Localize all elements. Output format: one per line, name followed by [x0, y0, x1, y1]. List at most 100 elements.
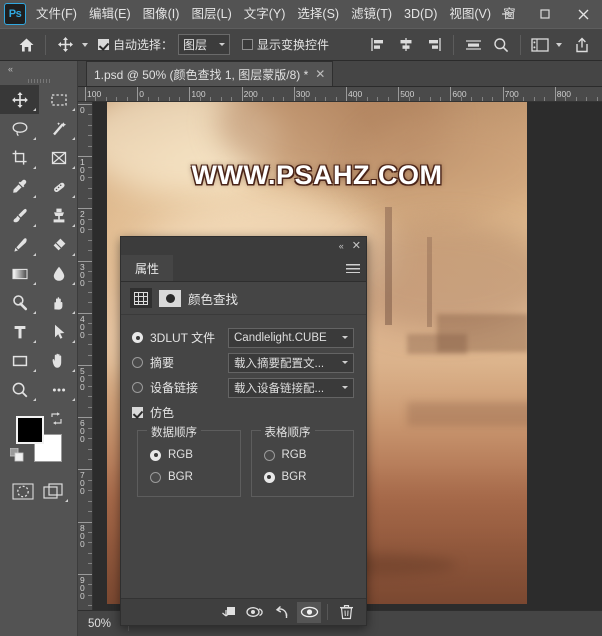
dither-checkbox[interactable] — [132, 406, 143, 418]
radio-3dlut-file[interactable] — [132, 332, 143, 343]
radio-table-order-rgb[interactable] — [263, 449, 275, 461]
history-brush-tool[interactable] — [0, 230, 39, 259]
marquee-tool[interactable] — [39, 85, 78, 114]
properties-panel[interactable]: « ✕ 属性 颜色查找 3DLUT 文件 Candlelight.CUBE 摘要 载入… — [120, 236, 367, 626]
radio-data-order-bgr[interactable] — [150, 471, 161, 483]
clone-stamp-tool[interactable] — [39, 201, 78, 230]
crop-tool[interactable] — [0, 143, 39, 172]
menu-layer[interactable]: 图层(L) — [185, 5, 237, 24]
toolbar-collapse-button[interactable]: « — [0, 61, 77, 76]
option-data-order-rgb[interactable]: RGB — [138, 444, 240, 466]
move-tool-icon[interactable] — [51, 32, 79, 58]
brush-icon — [11, 207, 29, 225]
align-right-icon[interactable] — [420, 32, 448, 58]
document-tab-title: 1.psd @ 50% (颜色查找 1, 图层蒙版/8) * — [94, 67, 309, 82]
frame-tool[interactable] — [39, 143, 78, 172]
zoom-magnifier-icon — [11, 381, 29, 399]
healing-brush-tool[interactable] — [39, 172, 78, 201]
dropdown-device-link[interactable]: 载入设备链接配... — [228, 377, 354, 398]
distribute-icon[interactable] — [459, 32, 487, 58]
path-selection-tool[interactable] — [39, 317, 78, 346]
magic-wand-tool[interactable] — [39, 114, 78, 143]
blur-tool[interactable] — [39, 259, 78, 288]
menu-3d[interactable]: 3D(D) — [398, 5, 443, 24]
quick-mask-icon[interactable] — [10, 480, 36, 502]
burn-tool[interactable] — [39, 288, 78, 317]
brush-tool[interactable] — [0, 201, 39, 230]
toggle-visibility-button[interactable] — [297, 601, 321, 623]
option-table-order-rgb[interactable]: RGB — [252, 444, 354, 466]
ruler-label: 3 0 0 — [80, 261, 85, 288]
label-data-order-rgb: RGB — [168, 449, 193, 461]
eyedropper-icon — [11, 178, 29, 196]
radio-device-link[interactable] — [132, 382, 143, 393]
auto-select-target-dropdown[interactable]: 图层 — [178, 34, 231, 55]
delete-button[interactable] — [334, 602, 358, 623]
panel-collapse-button[interactable]: « — [339, 241, 344, 251]
layer-mask-thumbnail-icon[interactable] — [159, 289, 181, 307]
align-center-vertical-icon[interactable] — [392, 32, 420, 58]
reset-button[interactable] — [270, 602, 294, 623]
menu-type[interactable]: 文字(Y) — [238, 5, 292, 24]
eraser-tool[interactable] — [39, 230, 78, 259]
radio-table-order-bgr[interactable] — [263, 471, 275, 483]
dropdown-abstract[interactable]: 载入摘要配置文... — [228, 352, 354, 373]
history-brush-icon — [11, 236, 29, 254]
horizontal-ruler[interactable]: 100 0 100 200 300 400 500 600 700 800 — [78, 87, 602, 102]
close-icon[interactable]: ✕ — [315, 67, 325, 81]
view-previous-state-button[interactable] — [243, 602, 267, 623]
radio-data-order-rgb[interactable] — [150, 449, 161, 461]
move-tool[interactable] — [0, 85, 39, 114]
close-button[interactable] — [564, 0, 602, 28]
menu-image[interactable]: 图像(I) — [137, 5, 186, 24]
dither-row[interactable]: 仿色 — [121, 400, 366, 424]
gradient-tool[interactable] — [0, 259, 39, 288]
radio-abstract[interactable] — [132, 357, 143, 368]
default-colors-icon[interactable] — [9, 447, 24, 465]
color-lookup-grid-icon[interactable] — [130, 288, 152, 308]
rectangle-tool[interactable] — [0, 346, 39, 375]
menu-edit[interactable]: 编辑(E) — [83, 5, 137, 24]
auto-select-checkbox[interactable] — [98, 39, 109, 50]
document-tab[interactable]: 1.psd @ 50% (颜色查找 1, 图层蒙版/8) * ✕ — [86, 61, 334, 86]
align-left-icon[interactable] — [364, 32, 392, 58]
hand-tool[interactable] — [39, 346, 78, 375]
screen-mode-icon[interactable] — [41, 480, 68, 502]
crop-icon — [11, 149, 29, 167]
lasso-tool[interactable] — [0, 114, 39, 143]
menu-file[interactable]: 文件(F) — [30, 5, 83, 24]
move-tool-options-caret[interactable] — [82, 42, 88, 47]
panel-menu-icon[interactable] — [340, 255, 366, 281]
show-transform-checkbox[interactable] — [242, 39, 254, 50]
panel-title-bar[interactable]: « ✕ — [121, 237, 366, 255]
home-icon[interactable] — [12, 32, 40, 58]
panel-body: 3DLUT 文件 Candlelight.CUBE 摘要 载入摘要配置文... 设备链接… — [121, 315, 366, 497]
toolbar-drag-handle[interactable] — [0, 76, 77, 85]
panel-footer — [121, 598, 366, 625]
share-icon[interactable] — [568, 32, 596, 58]
vertical-ruler[interactable]: 0 1 0 0 2 0 0 3 0 0 4 0 0 5 0 0 6 0 0 7 0 0 8 0 … — [78, 102, 93, 610]
eyedropper-tool[interactable] — [0, 172, 39, 201]
option-table-order-bgr[interactable]: BGR — [252, 466, 354, 488]
panel-close-button[interactable]: ✕ — [352, 240, 361, 252]
clip-to-layer-button[interactable] — [216, 602, 240, 623]
tab-properties[interactable]: 属性 — [121, 255, 174, 281]
zoom-level[interactable]: 50% — [78, 618, 122, 630]
type-tool[interactable] — [0, 317, 39, 346]
edit-toolbar[interactable] — [39, 375, 78, 404]
option-data-order-bgr[interactable]: BGR — [138, 466, 240, 488]
dropdown-3dlut-file[interactable]: Candlelight.CUBE — [228, 327, 354, 348]
dodge-tool[interactable] — [0, 288, 39, 317]
auto-select-label: 自动选择： — [113, 38, 174, 52]
maximize-button[interactable] — [526, 0, 564, 28]
search-icon[interactable] — [487, 32, 515, 58]
arrange-documents-icon[interactable] — [526, 32, 554, 58]
ellipsis-icon — [50, 381, 68, 399]
arrange-caret-icon[interactable] — [556, 42, 562, 47]
minimize-button[interactable] — [488, 0, 526, 28]
menu-select[interactable]: 选择(S) — [291, 5, 345, 24]
foreground-color-swatch[interactable] — [16, 416, 44, 444]
swap-colors-icon[interactable] — [50, 412, 63, 428]
zoom-tool[interactable] — [0, 375, 39, 404]
menu-filter[interactable]: 滤镜(T) — [345, 5, 398, 24]
